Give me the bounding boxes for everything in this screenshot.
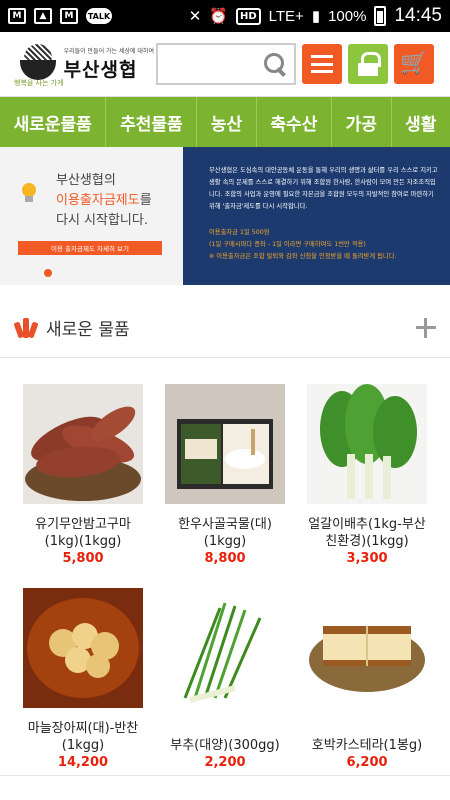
mute-icon: ✕ xyxy=(188,8,202,25)
product-name[interactable]: 마늘장아찌(대)-반찬 (1kgg) xyxy=(28,720,139,754)
site-header: 행복을 사는 가게 우리들이 만들어 가는 세상에 대하여 부산생협 🛒 xyxy=(0,32,450,97)
kakaotalk-icon: TALK xyxy=(86,8,112,24)
battery-icon xyxy=(374,6,387,26)
product-grid: 유기무안밤고구마 (1kg)(1kgg) 5,800 한우사골국물(대) (1kgg… xyxy=(0,358,450,770)
product-price: 3,300 xyxy=(346,551,388,566)
product-name[interactable]: 유기무안밤고구마 (1kg)(1kgg) xyxy=(35,516,131,550)
section-divider xyxy=(0,775,450,776)
product-price: 6,200 xyxy=(346,755,388,770)
banner-highlight: 이용출자금제도 xyxy=(56,193,140,208)
banner-fee-note: ※ 이용출자금은 조합 탈퇴와 감좌 신청을 인정받을 때 돌려받게 됩니다. xyxy=(209,253,397,260)
product-price: 2,200 xyxy=(204,755,246,770)
logo-subtitle: 우리들이 만들어 가는 세상에 대하여 xyxy=(63,48,154,55)
search-input[interactable] xyxy=(164,56,264,72)
nav-item-new[interactable]: 새로운물품 xyxy=(0,97,107,147)
plus-icon[interactable] xyxy=(416,317,436,338)
sprout-icon xyxy=(13,316,39,340)
cart-button[interactable]: 🛒 xyxy=(394,44,434,84)
gallery-icon: ▲ xyxy=(34,8,52,24)
hamburger-icon xyxy=(311,55,333,73)
nav-item-processed[interactable]: 가공 xyxy=(332,97,392,147)
product-image-chives[interactable] xyxy=(165,588,285,708)
banner-line-2-rest: 를 xyxy=(139,193,152,208)
product-card[interactable]: 유기무안밤고구마 (1kg)(1kgg) 5,800 xyxy=(12,384,154,566)
nav-item-recommended[interactable]: 추천물품 xyxy=(106,97,198,147)
search-box[interactable] xyxy=(156,43,296,85)
banner-headline: 부산생협의 이용출자금제도를 다시 시작합니다. xyxy=(56,171,152,231)
product-card[interactable]: 한우사골국물(대) (1kgg) 8,800 xyxy=(154,384,296,566)
carousel-dot[interactable] xyxy=(44,269,52,277)
product-card[interactable]: 얼갈이배추(1kg-부산 친환경)(1kgg) 3,300 xyxy=(296,384,438,566)
product-image-beef-bone-broth[interactable] xyxy=(165,384,285,504)
banner-line-1: 부산생협의 xyxy=(56,173,116,188)
lightbulb-icon xyxy=(20,183,38,205)
product-image-pumpkin-castella[interactable] xyxy=(307,588,427,708)
product-name[interactable]: 한우사골국물(대) (1kgg) xyxy=(178,516,272,550)
logo-name: 부산생협 xyxy=(63,59,138,81)
site-logo[interactable]: 행복을 사는 가게 우리들이 만들어 가는 세상에 대하여 부산생협 xyxy=(14,40,154,88)
banner-fee-detail: (1일 구매시마다 증좌 - 1일 이라면 구매하여도 1번만 적용) xyxy=(209,241,366,248)
status-bar: M ▲ M TALK ✕ ⏰ HD LTE+ ▮ 100% 14:45 xyxy=(0,0,450,32)
section-header-new: 새로운 물품 xyxy=(0,298,450,358)
signal-icon: ▮ xyxy=(311,8,321,25)
search-icon[interactable] xyxy=(264,53,286,75)
product-card[interactable]: 마늘장아찌(대)-반찬 (1kgg) 14,200 xyxy=(12,588,154,770)
lock-icon xyxy=(358,52,381,76)
product-image-sweet-potato[interactable] xyxy=(23,384,143,504)
category-nav: 새로운물품 추천물품 농산 축수산 가공 생활 xyxy=(0,97,450,147)
product-price: 14,200 xyxy=(57,755,109,770)
product-price: 8,800 xyxy=(204,551,246,566)
gmail-icon: M xyxy=(60,8,78,24)
section-title: 새로운 물품 xyxy=(46,320,130,340)
login-button[interactable] xyxy=(348,44,388,84)
product-card[interactable]: 부추(대양)(300gg) 2,200 xyxy=(154,588,296,770)
logo-rice-bowl-icon: 행복을 사는 가게 xyxy=(14,40,64,88)
alarm-icon: ⏰ xyxy=(209,8,228,25)
hd-badge: HD xyxy=(235,7,261,25)
clock: 14:45 xyxy=(394,5,442,26)
battery-percent: 100% xyxy=(328,7,367,25)
product-image-cabbage[interactable] xyxy=(307,384,427,504)
banner-info: 부산생협은 도심속의 대안공동체 운동을 통해 우리의 생명과 삶터를 우리 스… xyxy=(183,147,450,285)
promo-banner[interactable]: 부산생협의 이용출자금제도를 다시 시작합니다. 이용 출자금제도 자세히 보기… xyxy=(0,147,450,285)
mail-icon: M xyxy=(8,8,26,24)
banner-paragraph: 부산생협은 도심속의 대안공동체 운동을 통해 우리의 생명과 삶터를 우리 스… xyxy=(209,167,438,210)
product-name[interactable]: 얼갈이배추(1kg-부산 친환경)(1kgg) xyxy=(308,516,426,550)
product-name[interactable]: 부추(대양)(300gg) xyxy=(170,720,279,754)
banner-fee: 이용출자금 1일 500원 xyxy=(209,229,270,236)
banner-line-3: 다시 시작합니다. xyxy=(56,213,148,228)
network-type: LTE+ xyxy=(268,7,304,25)
banner-detail-button[interactable]: 이용 출자금제도 자세히 보기 xyxy=(18,241,162,255)
product-image-garlic-pickle[interactable] xyxy=(23,588,143,708)
nav-item-living[interactable]: 생활 xyxy=(392,97,450,147)
logo-tagline: 행복을 사는 가게 xyxy=(14,79,64,87)
product-price: 5,800 xyxy=(62,551,104,566)
menu-button[interactable] xyxy=(302,44,342,84)
nav-item-agriculture[interactable]: 농산 xyxy=(197,97,257,147)
cart-icon: 🛒 xyxy=(400,51,428,76)
product-name[interactable]: 호박카스테라(1봉g) xyxy=(312,720,422,754)
nav-item-livestock-seafood[interactable]: 축수산 xyxy=(257,97,332,147)
product-card[interactable]: 호박카스테라(1봉g) 6,200 xyxy=(296,588,438,770)
